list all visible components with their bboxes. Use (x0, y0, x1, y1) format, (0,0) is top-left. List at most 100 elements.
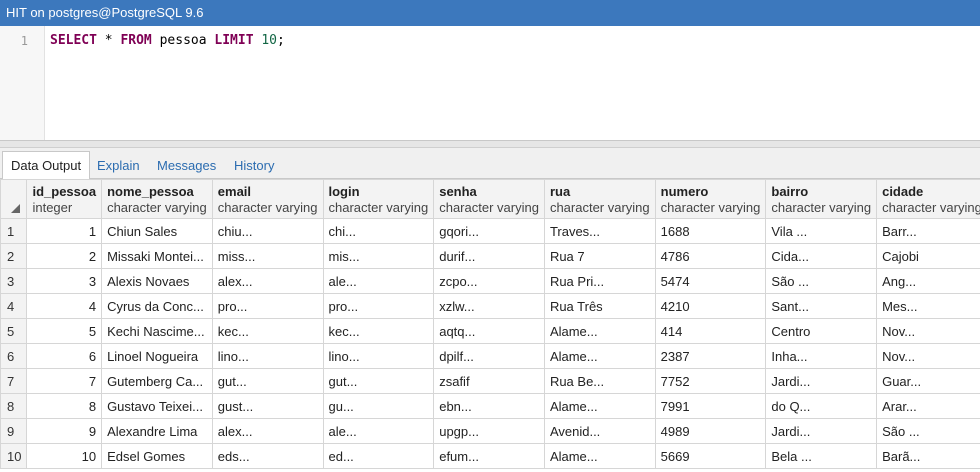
cell-login[interactable]: ale... (322, 418, 435, 444)
row-number[interactable]: 4 (0, 293, 28, 319)
cell-login[interactable]: ed... (322, 443, 435, 469)
cell-email[interactable]: chiu... (211, 218, 324, 244)
cell-login[interactable]: kec... (322, 318, 435, 344)
column-header-numero[interactable]: numero character varying (654, 179, 767, 219)
cell-numero[interactable]: 7752 (654, 368, 767, 394)
cell-email[interactable]: pro... (211, 293, 324, 319)
cell-cidade[interactable]: Nov... (876, 318, 980, 344)
cell-nome-pessoa[interactable]: Gustavo Teixei... (101, 393, 213, 419)
cell-numero[interactable]: 7991 (654, 393, 767, 419)
cell-id-pessoa[interactable]: 4 (26, 293, 103, 319)
cell-id-pessoa[interactable]: 8 (26, 393, 103, 419)
cell-numero[interactable]: 4786 (654, 243, 767, 269)
table-row[interactable]: 4 4 Cyrus da Conc... pro... pro... xzlw... Rua… (0, 293, 980, 319)
row-number[interactable]: 5 (0, 318, 28, 344)
cell-numero[interactable]: 414 (654, 318, 767, 344)
cell-numero[interactable]: 5669 (654, 443, 767, 469)
cell-login[interactable]: chi... (322, 218, 435, 244)
row-number[interactable]: 10 (0, 443, 28, 469)
cell-id-pessoa[interactable]: 3 (26, 268, 103, 294)
cell-senha[interactable]: ebn... (433, 393, 545, 419)
cell-bairro[interactable]: Jardi... (765, 418, 878, 444)
cell-numero[interactable]: 2387 (654, 343, 767, 369)
cell-bairro[interactable]: Inha... (765, 343, 878, 369)
cell-rua[interactable]: Alame... (543, 393, 656, 419)
row-number[interactable]: 3 (0, 268, 28, 294)
row-number[interactable]: 2 (0, 243, 28, 269)
cell-email[interactable]: alex... (211, 268, 324, 294)
cell-senha[interactable]: zsafif (433, 368, 545, 394)
cell-bairro[interactable]: Vila ... (765, 218, 878, 244)
cell-nome-pessoa[interactable]: Gutemberg Ca... (101, 368, 213, 394)
table-row[interactable]: 10 10 Edsel Gomes eds... ed... efum... Alame..… (0, 443, 980, 469)
cell-senha[interactable]: upgp... (433, 418, 545, 444)
cell-email[interactable]: eds... (211, 443, 324, 469)
column-header-email[interactable]: email character varying (211, 179, 324, 219)
row-number[interactable]: 1 (0, 218, 28, 244)
cell-senha[interactable]: efum... (433, 443, 545, 469)
cell-cidade[interactable]: Mes... (876, 293, 980, 319)
cell-rua[interactable]: Avenid... (543, 418, 656, 444)
cell-login[interactable]: ale... (322, 268, 435, 294)
cell-senha[interactable]: durif... (433, 243, 545, 269)
cell-nome-pessoa[interactable]: Chiun Sales (101, 218, 213, 244)
cell-senha[interactable]: aqtq... (433, 318, 545, 344)
cell-cidade[interactable]: Nov... (876, 343, 980, 369)
cell-numero[interactable]: 5474 (654, 268, 767, 294)
cell-id-pessoa[interactable]: 9 (26, 418, 103, 444)
cell-rua[interactable]: Rua 7 (543, 243, 656, 269)
cell-bairro[interactable]: Centro (765, 318, 878, 344)
row-number[interactable]: 7 (0, 368, 28, 394)
cell-login[interactable]: lino... (322, 343, 435, 369)
cell-cidade[interactable]: Arar... (876, 393, 980, 419)
cell-rua[interactable]: Alame... (543, 343, 656, 369)
row-number[interactable]: 8 (0, 393, 28, 419)
cell-bairro[interactable]: Cida... (765, 243, 878, 269)
table-row[interactable]: 3 3 Alexis Novaes alex... ale... zcpo... Rua P… (0, 268, 980, 294)
cell-nome-pessoa[interactable]: Alexis Novaes (101, 268, 213, 294)
cell-nome-pessoa[interactable]: Cyrus da Conc... (101, 293, 213, 319)
table-row[interactable]: 7 7 Gutemberg Ca... gut... gut... zsafif Rua B… (0, 368, 980, 394)
cell-cidade[interactable]: Cajobi (876, 243, 980, 269)
cell-email[interactable]: miss... (211, 243, 324, 269)
cell-senha[interactable]: zcpo... (433, 268, 545, 294)
table-row[interactable]: 5 5 Kechi Nascime... kec... kec... aqtq... Ala… (0, 318, 980, 344)
cell-login[interactable]: gu... (322, 393, 435, 419)
cell-login[interactable]: pro... (322, 293, 435, 319)
cell-rua[interactable]: Traves... (543, 218, 656, 244)
column-header-login[interactable]: login character varying (322, 179, 435, 219)
query-text[interactable]: SELECT * FROM pessoa LIMIT 10; (50, 33, 285, 48)
cell-email[interactable]: kec... (211, 318, 324, 344)
column-header-bairro[interactable]: bairro character varying (765, 179, 878, 219)
table-row[interactable]: 8 8 Gustavo Teixei... gust... gu... ebn... Ala… (0, 393, 980, 419)
cell-rua[interactable]: Rua Be... (543, 368, 656, 394)
row-number[interactable]: 9 (0, 418, 28, 444)
cell-cidade[interactable]: Barã... (876, 443, 980, 469)
cell-numero[interactable]: 1688 (654, 218, 767, 244)
cell-nome-pessoa[interactable]: Edsel Gomes (101, 443, 213, 469)
cell-cidade[interactable]: Guar... (876, 368, 980, 394)
cell-login[interactable]: mis... (322, 243, 435, 269)
cell-id-pessoa[interactable]: 10 (26, 443, 103, 469)
pane-splitter[interactable] (0, 141, 980, 148)
cell-senha[interactable]: xzlw... (433, 293, 545, 319)
cell-rua[interactable]: Alame... (543, 443, 656, 469)
cell-cidade[interactable]: São ... (876, 418, 980, 444)
tab-data-output[interactable]: Data Output (2, 151, 91, 180)
cell-id-pessoa[interactable]: 6 (26, 343, 103, 369)
cell-cidade[interactable]: Barr... (876, 218, 980, 244)
cell-cidade[interactable]: Ang... (876, 268, 980, 294)
tab-history[interactable]: History (226, 152, 282, 178)
column-header-senha[interactable]: senha character varying (433, 179, 545, 219)
cell-numero[interactable]: 4989 (654, 418, 767, 444)
select-all-corner[interactable] (0, 179, 28, 219)
cell-bairro[interactable]: Bela ... (765, 443, 878, 469)
table-row[interactable]: 9 9 Alexandre Lima alex... ale... upgp... Aven… (0, 418, 980, 444)
tab-messages[interactable]: Messages (149, 152, 224, 178)
cell-id-pessoa[interactable]: 7 (26, 368, 103, 394)
cell-rua[interactable]: Alame... (543, 318, 656, 344)
cell-numero[interactable]: 4210 (654, 293, 767, 319)
table-row[interactable]: 6 6 Linoel Nogueira lino... lino... dpilf... A… (0, 343, 980, 369)
cell-bairro[interactable]: do Q... (765, 393, 878, 419)
cell-senha[interactable]: dpilf... (433, 343, 545, 369)
